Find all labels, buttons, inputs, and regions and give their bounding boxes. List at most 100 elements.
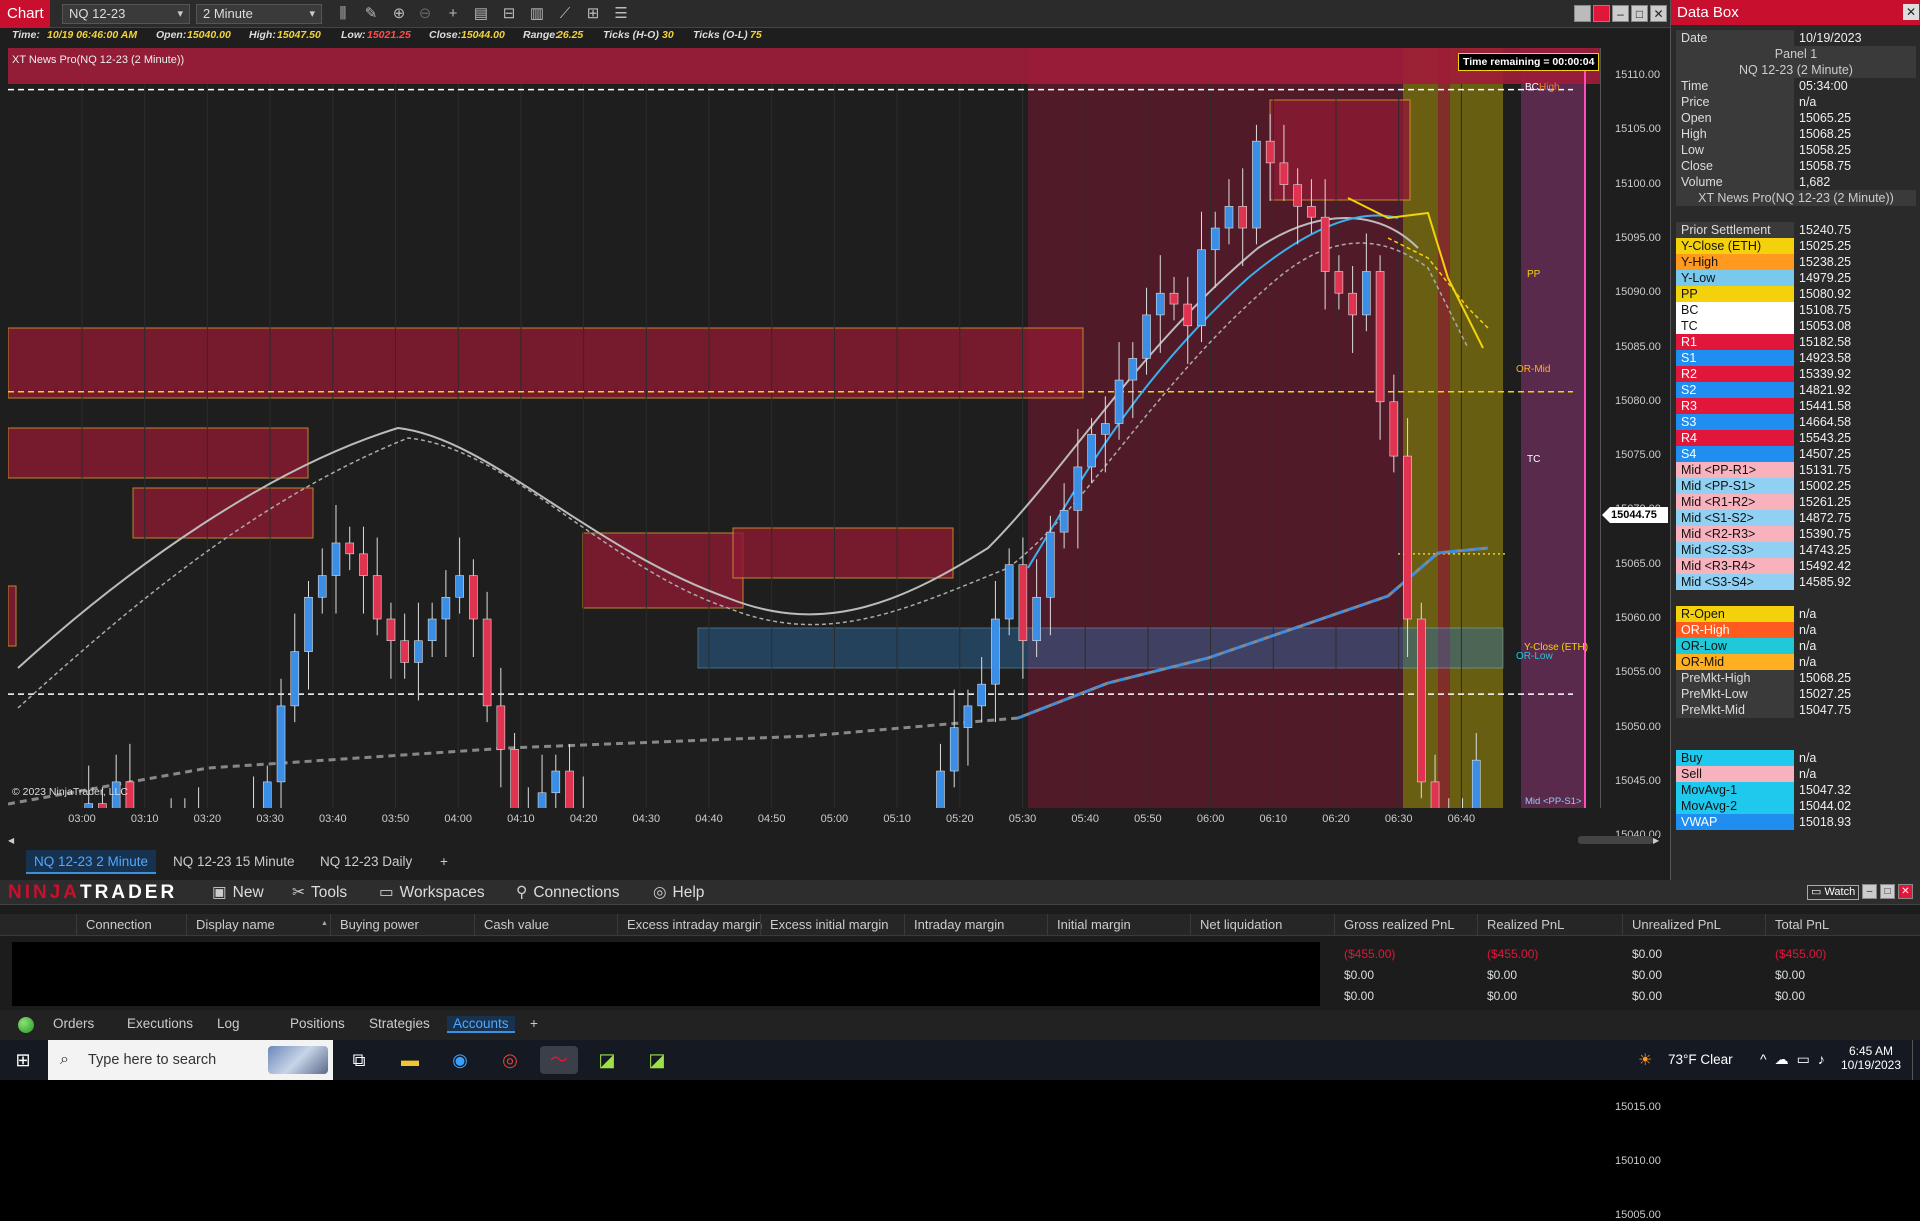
candlestick-plot[interactable] — [8, 48, 1600, 808]
strategies-icon[interactable]: ⟋ — [554, 4, 576, 24]
data-box-key: Y-Close (ETH) — [1676, 238, 1794, 254]
column-header[interactable]: Intraday margin — [914, 917, 1004, 932]
control-center-tab[interactable]: Strategies — [369, 1016, 430, 1031]
control-center-tab[interactable]: Positions — [290, 1016, 345, 1031]
chart-tab[interactable]: NQ 12-23 Daily — [312, 850, 420, 874]
column-divider[interactable] — [1477, 914, 1478, 936]
menu-help[interactable]: ◎ Help — [653, 883, 704, 902]
taskbar-search-box[interactable]: ⌕ Type here to search — [48, 1040, 333, 1080]
control-center-tab[interactable]: Orders — [53, 1016, 94, 1031]
clock[interactable]: 6:45 AM 10/19/2023 — [1836, 1044, 1906, 1072]
horizontal-scrollbar[interactable]: ◀ ▶ — [8, 836, 1659, 845]
column-header[interactable]: Initial margin — [1057, 917, 1131, 932]
windows-start-icon[interactable]: ⊞ — [8, 1046, 38, 1074]
link-color-icon[interactable] — [1593, 5, 1610, 22]
control-center-tab[interactable]: Log — [217, 1016, 240, 1031]
file-explorer-icon[interactable]: ▬ — [395, 1046, 425, 1074]
chrome-browser-icon[interactable]: ◎ — [495, 1046, 525, 1074]
column-header[interactable]: Gross realized PnL — [1344, 917, 1455, 932]
column-divider[interactable] — [1190, 914, 1191, 936]
column-header[interactable]: Buying power — [340, 917, 419, 932]
column-header[interactable]: Total PnL — [1775, 917, 1829, 932]
column-divider[interactable] — [1047, 914, 1048, 936]
column-header[interactable]: Unrealized PnL — [1632, 917, 1721, 932]
chart-tab[interactable]: + — [432, 850, 456, 874]
menu-workspaces[interactable]: ▭ Workspaces — [379, 883, 485, 902]
candle-body — [1389, 401, 1399, 457]
scroll-left-icon[interactable]: ◀ — [8, 836, 14, 845]
sort-ascending-icon[interactable]: ▲ — [321, 920, 328, 927]
data-box-key: Y-High — [1676, 254, 1794, 270]
column-header[interactable]: Display name — [196, 917, 275, 932]
object-list-icon[interactable]: ☰ — [610, 4, 632, 24]
candle-body — [469, 575, 478, 620]
column-divider[interactable] — [760, 914, 761, 936]
bar-type-icon[interactable]: ⫼ — [332, 4, 354, 24]
price-tick-label: 15065.00 — [1615, 557, 1661, 570]
chart-title-tab[interactable]: Chart — [0, 0, 50, 28]
edge-browser-icon[interactable]: ◉ — [445, 1046, 475, 1074]
control-center-tab[interactable]: Accounts — [447, 1016, 515, 1033]
date-row: Date 10/19/2023 — [1676, 30, 1916, 46]
series-header: NQ 12-23 (2 Minute) — [1676, 62, 1916, 78]
column-header[interactable]: Net liquidation — [1200, 917, 1282, 932]
templates-icon[interactable]: ⊟ — [498, 4, 520, 24]
column-header[interactable]: Excess intraday margin — [627, 917, 762, 932]
column-divider[interactable] — [186, 914, 187, 936]
scroll-right-icon[interactable]: ▶ — [1653, 836, 1659, 845]
crosshair-icon[interactable]: + — [442, 4, 464, 24]
scrollbar-thumb[interactable] — [1578, 836, 1653, 844]
column-header[interactable]: Realized PnL — [1487, 917, 1564, 932]
app-icon-1[interactable]: ◪ — [592, 1046, 622, 1074]
column-divider[interactable] — [904, 914, 905, 936]
control-center-tab[interactable]: Executions — [127, 1016, 193, 1031]
zoom-in-icon[interactable]: ⊕ — [388, 4, 410, 24]
close-button[interactable]: ✕ — [1650, 5, 1667, 22]
close-button[interactable]: ✕ — [1898, 884, 1913, 899]
time-tick-label: 04:20 — [569, 813, 598, 825]
column-divider[interactable] — [474, 914, 475, 936]
price-chart[interactable]: XT News Pro(NQ 12-23 (2 Minute)) © 2023 … — [8, 48, 1600, 808]
watch-button[interactable]: ▭ Watch — [1807, 885, 1860, 900]
column-divider[interactable] — [330, 914, 331, 936]
tab-color-icon[interactable] — [1574, 5, 1591, 22]
data-box-row: Volume 1,682 — [1676, 174, 1916, 190]
menu-new[interactable]: ▣ New — [212, 883, 264, 902]
column-divider[interactable] — [76, 914, 77, 936]
chart-trader-icon[interactable]: ⊞ — [582, 4, 604, 24]
minimize-button[interactable]: – — [1862, 884, 1877, 899]
show-desktop-button[interactable] — [1912, 1040, 1920, 1080]
price-axis[interactable]: 15110.00 15105.00 15100.00 15095.00 15090.00… — [1600, 48, 1670, 1221]
draw-pencil-icon[interactable]: ✎ — [360, 4, 382, 24]
maximize-button[interactable]: □ — [1880, 884, 1895, 899]
column-header[interactable]: Cash value — [484, 917, 549, 932]
column-divider[interactable] — [617, 914, 618, 936]
minimize-button[interactable]: – — [1612, 5, 1629, 22]
data-box-key: Mid <S2-S3> — [1676, 542, 1794, 558]
control-center-tab[interactable]: + — [530, 1016, 538, 1031]
column-divider[interactable] — [1765, 914, 1766, 936]
chart-tab[interactable]: NQ 12-23 2 Minute — [26, 850, 157, 874]
column-header[interactable]: Connection — [86, 917, 152, 932]
instrument-selector[interactable]: NQ 12-23 ▾ — [62, 4, 190, 24]
weather-text[interactable]: 73°F Clear — [1668, 1052, 1733, 1067]
chart-tab[interactable]: NQ 12-23 15 Minute — [165, 850, 303, 874]
interval-selector[interactable]: 2 Minute ▾ — [196, 4, 322, 24]
price-tick-label: 15085.00 — [1615, 340, 1661, 353]
column-divider[interactable] — [1622, 914, 1623, 936]
column-divider[interactable] — [1334, 914, 1335, 936]
app-icon-2[interactable]: ◪ — [642, 1046, 672, 1074]
time-axis[interactable]: 03:00 03:10 03:20 03:30 03:40 03:50 04:00 04:10… — [8, 808, 1600, 832]
candle-body — [304, 596, 313, 652]
close-icon[interactable]: ✕ — [1903, 4, 1919, 20]
zoom-out-icon[interactable]: ⊖ — [414, 4, 436, 24]
maximize-button[interactable]: □ — [1631, 5, 1648, 22]
menu-connections[interactable]: ⚲ Connections — [516, 883, 620, 902]
ninjatrader-taskbar-icon[interactable]: 〜 — [540, 1046, 578, 1074]
menu-tools[interactable]: ✂ Tools — [292, 883, 347, 902]
column-header[interactable]: Excess initial margin — [770, 917, 889, 932]
data-series-icon[interactable]: ▤ — [470, 4, 492, 24]
system-tray-icons[interactable]: ^☁▭♪ — [1760, 1051, 1833, 1068]
task-view-icon[interactable]: ⧉ — [344, 1046, 374, 1074]
indicators-icon[interactable]: ▥ — [526, 4, 548, 24]
